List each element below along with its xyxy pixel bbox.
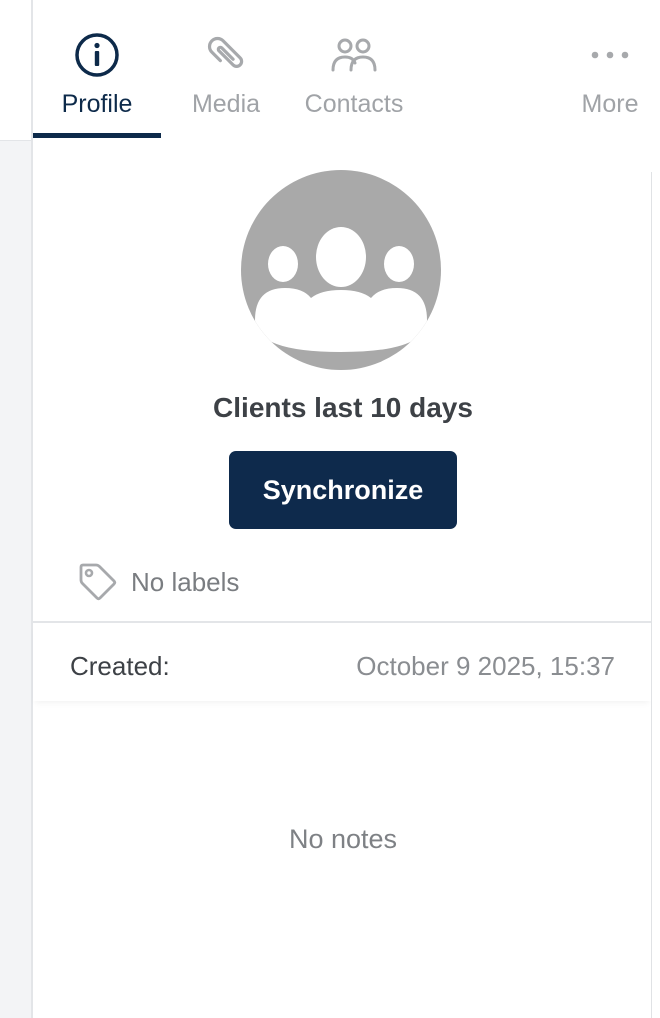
created-row: Created: October 9 2025, 15:37	[33, 623, 651, 701]
labels-row[interactable]: No labels	[77, 560, 239, 604]
active-tab-indicator	[33, 133, 161, 138]
group-avatar-icon	[241, 170, 441, 370]
more-icon	[591, 51, 629, 59]
paperclip-icon	[207, 36, 244, 68]
tab-profile[interactable]: Profile	[33, 0, 161, 138]
tab-contacts-label: Contacts	[304, 90, 404, 118]
tab-contacts[interactable]: Contacts	[290, 0, 418, 138]
labels-text: No labels	[131, 566, 240, 597]
panel-tabs: Profile Media Contacts More	[33, 0, 660, 140]
tag-icon	[79, 563, 117, 601]
info-icon	[75, 33, 119, 77]
notes-empty-state: No notes	[288, 824, 398, 854]
left-panel-edge	[0, 0, 31, 1018]
panel-scrollbar[interactable]	[651, 172, 660, 1018]
contact-info-panel: Profile Media Contacts More Clients last…	[31, 0, 660, 1018]
tab-more-label: More	[581, 90, 639, 118]
tab-media[interactable]: Media	[162, 0, 290, 138]
created-label: Created:	[70, 651, 170, 681]
synchronize-button[interactable]: Synchronize	[229, 451, 457, 529]
tab-profile-label: Profile	[61, 90, 133, 118]
contacts-icon	[331, 38, 377, 72]
tab-media-label: Media	[191, 90, 261, 118]
group-name: Clients last 10 days	[213, 392, 473, 423]
created-value: October 9 2025, 15:37	[356, 651, 615, 681]
tab-more[interactable]: More	[570, 0, 650, 138]
left-panel-header-edge	[0, 0, 31, 141]
